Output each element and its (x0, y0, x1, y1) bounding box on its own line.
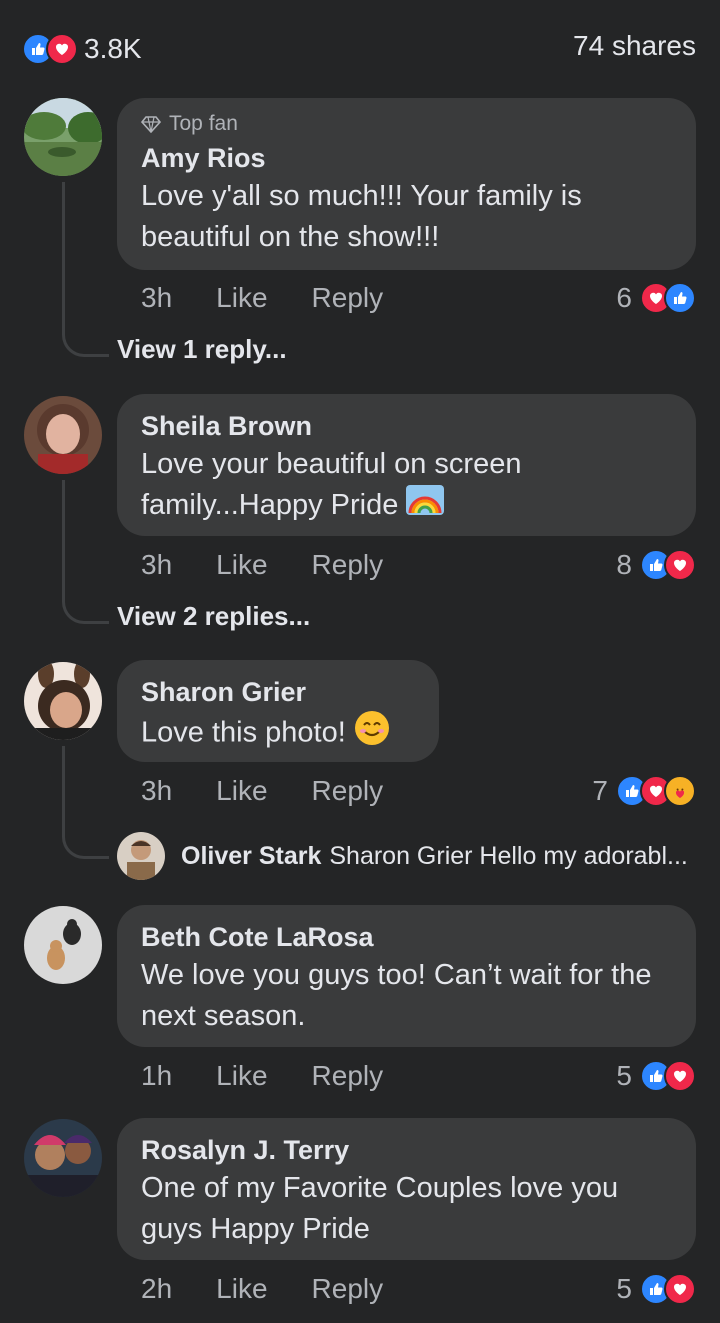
comment-actions: 3h Like Reply (141, 282, 383, 314)
comment-actions: 3h Like Reply (141, 549, 383, 581)
comment-bubble[interactable]: Sheila Brown Love your beautiful on scre… (117, 394, 696, 536)
reply-button[interactable]: Reply (312, 282, 384, 314)
comment-reactions-count: 7 (592, 775, 608, 806)
comment-text: We love you guys too! Can’t wait for the… (141, 959, 652, 1032)
comment-text: One of my Favorite Couples love you guys… (141, 1172, 619, 1245)
comment-time[interactable]: 3h (141, 775, 172, 807)
avatar[interactable] (24, 662, 102, 740)
reactions-summary[interactable]: 3.8K (22, 33, 142, 65)
thread-line (62, 746, 109, 859)
reply-avatar[interactable] (117, 832, 165, 880)
reply-button[interactable]: Reply (312, 775, 384, 807)
reply-button[interactable]: Reply (312, 1273, 384, 1305)
comment-reactions[interactable]: 5 (616, 1273, 696, 1305)
shares-count[interactable]: 74 shares (573, 30, 696, 62)
comment-time[interactable]: 2h (141, 1273, 172, 1305)
thread-line (62, 480, 109, 624)
rainbow-emoji-icon (406, 485, 445, 527)
care-reaction-icon (664, 775, 696, 807)
commenter-name[interactable]: Sharon Grier (141, 674, 415, 710)
love-reaction-icon (46, 33, 78, 65)
comment-bubble[interactable]: Top fan Amy Rios Love y'all so much!!! Y… (117, 98, 696, 270)
comment-reactions[interactable]: 6 (616, 282, 696, 314)
comment-reactions-count: 5 (616, 1060, 632, 1091)
love-reaction-icon (664, 1273, 696, 1305)
diamond-icon (141, 116, 161, 133)
commenter-name[interactable]: Beth Cote LaRosa (141, 919, 672, 955)
comment-bubble[interactable]: Rosalyn J. Terry One of my Favorite Coup… (117, 1118, 696, 1260)
avatar[interactable] (24, 396, 102, 474)
comment-text: Love y'all so much!!! Your family is bea… (141, 180, 582, 253)
like-button[interactable]: Like (216, 1060, 267, 1092)
like-reaction-icon (664, 282, 696, 314)
view-replies-link[interactable]: View 1 reply... (117, 334, 287, 365)
post-summary-bar: 3.8K 74 shares (0, 0, 720, 96)
comment-actions: 2h Like Reply (141, 1273, 383, 1305)
comment-text: Love this photo! (141, 716, 346, 749)
view-replies-link[interactable]: View 2 replies... (117, 601, 310, 632)
comment-bubble[interactable]: Sharon Grier Love this photo! (117, 660, 439, 762)
like-button[interactable]: Like (216, 1273, 267, 1305)
like-button[interactable]: Like (216, 549, 267, 581)
avatar[interactable] (24, 1119, 102, 1197)
comment-text-wrap: Love this photo! (141, 710, 415, 758)
comment-actions: 1h Like Reply (141, 1060, 383, 1092)
like-button[interactable]: Like (216, 775, 267, 807)
avatar[interactable] (24, 98, 102, 176)
avatar[interactable] (24, 906, 102, 984)
badge-label: Top fan (169, 112, 238, 135)
comment-reactions-count: 6 (616, 282, 632, 313)
comment-time[interactable]: 3h (141, 282, 172, 314)
comment-bubble[interactable]: Beth Cote LaRosa We love you guys too! C… (117, 905, 696, 1047)
comment-reactions[interactable]: 5 (616, 1060, 696, 1092)
reply-preview[interactable]: Oliver Stark Sharon Grier Hello my adora… (117, 832, 688, 880)
reply-button[interactable]: Reply (312, 549, 384, 581)
reply-button[interactable]: Reply (312, 1060, 384, 1092)
like-button[interactable]: Like (216, 282, 267, 314)
reply-author-name[interactable]: Oliver Stark (181, 842, 321, 871)
comment-reactions-count: 8 (616, 549, 632, 580)
comment-actions: 3h Like Reply (141, 775, 383, 807)
commenter-name[interactable]: Sheila Brown (141, 408, 672, 444)
comment-time[interactable]: 3h (141, 549, 172, 581)
comment-reactions-count: 5 (616, 1273, 632, 1304)
reactions-count[interactable]: 3.8K (84, 33, 142, 65)
reply-text: Sharon Grier Hello my adorabl... (329, 841, 688, 870)
comment-text: Love your beautiful on screen family...H… (141, 448, 522, 521)
smiling-face-emoji-icon (354, 710, 390, 758)
thread-line (62, 182, 109, 357)
comment-reactions[interactable]: 7 (592, 775, 696, 807)
comment-time[interactable]: 1h (141, 1060, 172, 1092)
comment-reactions[interactable]: 8 (616, 549, 696, 581)
comment-text-wrap: Love your beautiful on screen family...H… (141, 444, 672, 527)
commenter-name[interactable]: Rosalyn J. Terry (141, 1132, 672, 1168)
love-reaction-icon (664, 1060, 696, 1092)
commenter-name[interactable]: Amy Rios (141, 140, 672, 176)
love-reaction-icon (664, 549, 696, 581)
top-fan-badge: Top fan (141, 112, 672, 136)
